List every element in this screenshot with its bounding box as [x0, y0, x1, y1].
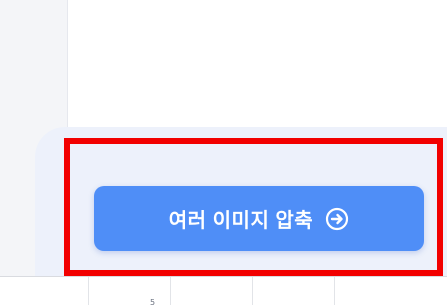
content-area [69, 0, 447, 130]
arrow-right-circle-icon [325, 207, 349, 231]
compress-multiple-images-button[interactable]: 여러 이미지 압축 [94, 186, 424, 251]
grid-divider [88, 277, 89, 305]
screen: 여러 이미지 압축 5 [0, 0, 447, 305]
grid-divider [170, 277, 171, 305]
grid-divider [252, 277, 253, 305]
bottom-grid [0, 276, 447, 305]
compress-button-label: 여러 이미지 압축 [168, 210, 314, 232]
grid-label: 5 [150, 298, 156, 305]
grid-divider [334, 277, 335, 305]
